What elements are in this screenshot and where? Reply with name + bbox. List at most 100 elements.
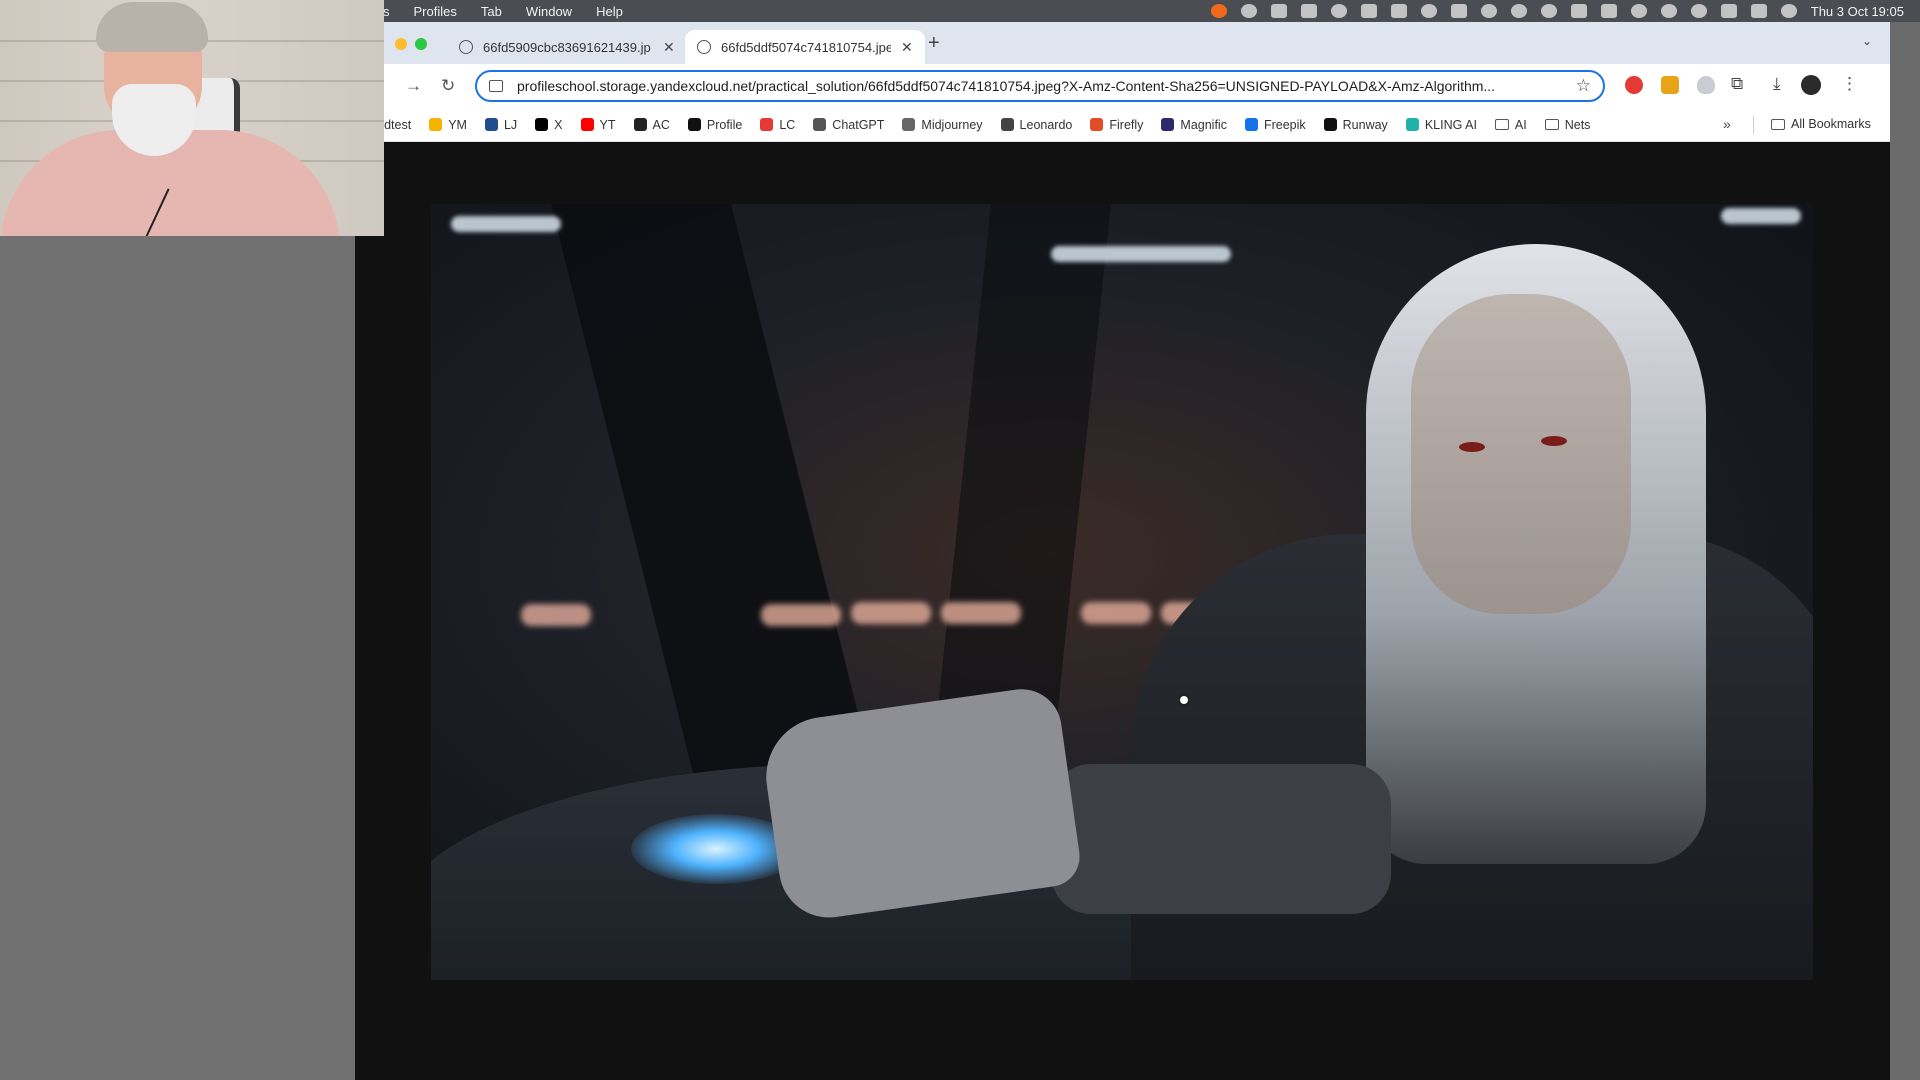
bookmark-star-icon[interactable]: ☆ bbox=[1576, 76, 1591, 96]
bookmarks-divider bbox=[1753, 116, 1754, 134]
bookmark-item[interactable]: YT bbox=[580, 117, 616, 132]
fullscreen-window-icon[interactable] bbox=[415, 38, 427, 50]
close-tab-icon[interactable]: ✕ bbox=[663, 39, 675, 56]
lj-icon bbox=[484, 118, 498, 131]
wifi-icon[interactable] bbox=[1630, 4, 1647, 18]
presenter-hair bbox=[96, 2, 208, 52]
menu-clock[interactable]: Thu 3 Oct 19:05 bbox=[1811, 4, 1904, 19]
bookmark-item[interactable]: Firefly bbox=[1090, 118, 1143, 132]
bookmark-label: AI bbox=[1514, 117, 1527, 132]
folder-icon bbox=[1771, 118, 1785, 130]
bookmark-label: Freepik bbox=[1263, 117, 1306, 132]
forward-icon[interactable]: → bbox=[405, 76, 422, 96]
bookmark-item[interactable]: LC bbox=[760, 118, 795, 132]
adblock-extension-icon[interactable] bbox=[1625, 76, 1643, 94]
status-area: Thu 3 Oct 19:05 bbox=[1210, 4, 1920, 19]
activity-meter-icon[interactable] bbox=[1270, 4, 1287, 18]
folder-icon bbox=[1544, 119, 1559, 130]
bookmark-item[interactable]: Nets bbox=[1544, 118, 1590, 132]
menu-item-help[interactable]: Help bbox=[584, 4, 635, 19]
bookmark-item[interactable]: YM bbox=[429, 118, 467, 132]
image-figure-hand bbox=[758, 684, 1084, 924]
bookmark-item[interactable]: Leonardo bbox=[1000, 117, 1073, 132]
menu-item-profiles[interactable]: Profiles bbox=[402, 4, 469, 19]
bookmark-item[interactable]: Freepik bbox=[1244, 117, 1306, 132]
compass-icon[interactable] bbox=[1480, 4, 1497, 18]
play-icon[interactable] bbox=[1540, 4, 1557, 18]
browser-window: 66fd5909cbc83691621439.jp ✕ 66fd5ddf5074… bbox=[345, 22, 1890, 1080]
address-bar[interactable]: profileschool.storage.yandexcloud.net/pr… bbox=[475, 70, 1605, 102]
kling-icon bbox=[1405, 118, 1419, 131]
bookmark-item[interactable]: Profile bbox=[687, 118, 742, 132]
image-figure-eye bbox=[1459, 442, 1485, 452]
bookmark-item[interactable]: AI bbox=[1494, 117, 1527, 132]
spotlight-search-icon[interactable] bbox=[1690, 4, 1707, 18]
profile-avatar-icon[interactable] bbox=[1801, 75, 1821, 95]
bookmark-item[interactable]: ChatGPT bbox=[813, 118, 884, 132]
bookmark-list: speedtest YM LJ X YT AC Profile LC ChatGPT Midjou… bbox=[355, 118, 1608, 132]
tab-search-chevron-icon[interactable]: ⌄ bbox=[1862, 34, 1872, 48]
menu-kebab-icon[interactable]: ⋮ bbox=[1841, 74, 1858, 94]
network-monitor-icon[interactable] bbox=[1240, 4, 1257, 18]
displayed-image[interactable] bbox=[431, 204, 1813, 980]
audio-wave-icon[interactable] bbox=[1300, 4, 1317, 18]
close-tab-icon[interactable]: ✕ bbox=[901, 39, 913, 56]
bookmark-item[interactable]: Magnific bbox=[1161, 118, 1227, 132]
extension-icon[interactable] bbox=[1661, 76, 1679, 94]
reload-icon[interactable]: ↻ bbox=[441, 76, 455, 96]
new-tab-icon[interactable]: + bbox=[928, 32, 940, 55]
bluetooth-icon[interactable] bbox=[1570, 4, 1587, 18]
bookmarks-bar: speedtest YM LJ X YT AC Profile LC ChatGPT Midjou… bbox=[355, 108, 1890, 142]
all-bookmarks-button[interactable]: All Bookmarks bbox=[1771, 117, 1871, 131]
minimize-window-icon[interactable] bbox=[395, 38, 407, 50]
input-source-icon[interactable] bbox=[1720, 4, 1737, 18]
siri-icon[interactable] bbox=[1780, 4, 1797, 18]
bookmark-item[interactable]: Runway bbox=[1323, 118, 1388, 132]
time-machine-icon[interactable] bbox=[1510, 4, 1527, 18]
tab-inactive[interactable]: 66fd5909cbc83691621439.jp ✕ bbox=[447, 30, 687, 64]
extensions-puzzle-icon[interactable]: ⧉ bbox=[1731, 74, 1743, 94]
battery-icon[interactable] bbox=[1600, 4, 1617, 18]
brave-icon[interactable] bbox=[1210, 4, 1227, 18]
creative-cloud-icon[interactable] bbox=[1420, 4, 1437, 18]
menu-item-window[interactable]: Window bbox=[514, 4, 584, 19]
bookmark-item[interactable]: Midjourney bbox=[902, 118, 983, 132]
menu-item-tab[interactable]: Tab bbox=[469, 4, 514, 19]
tab-strip: 66fd5909cbc83691621439.jp ✕ 66fd5ddf5074… bbox=[345, 22, 1890, 64]
shield-extension-icon[interactable] bbox=[1697, 76, 1715, 94]
x-icon bbox=[535, 118, 549, 131]
bookmark-label: LC bbox=[779, 117, 796, 132]
display-icon[interactable] bbox=[1360, 4, 1377, 18]
bookmark-item[interactable]: AC bbox=[633, 117, 670, 132]
magnific-icon bbox=[1161, 118, 1175, 131]
image-beam bbox=[932, 204, 1111, 764]
user-icon[interactable] bbox=[1660, 4, 1677, 18]
globe-icon bbox=[459, 40, 473, 54]
image-viewer bbox=[355, 142, 1890, 1080]
freepik-icon bbox=[1244, 118, 1258, 131]
download-icon[interactable]: ⤓ bbox=[1773, 74, 1781, 94]
control-center-icon[interactable] bbox=[1750, 4, 1767, 18]
image-window-glow bbox=[941, 602, 1021, 624]
more-bookmarks-icon[interactable]: » bbox=[1723, 116, 1731, 132]
tab-active[interactable]: 66fd5ddf5074c741810754.jpe ✕ bbox=[685, 30, 925, 64]
bookmark-item[interactable]: KLING AI bbox=[1405, 117, 1477, 132]
ac-icon bbox=[633, 118, 647, 131]
lc-icon bbox=[760, 118, 774, 131]
site-settings-icon[interactable] bbox=[489, 80, 503, 92]
bookmark-label: YT bbox=[599, 117, 616, 132]
bookmark-label: Leonardo bbox=[1019, 117, 1073, 132]
headphones-icon[interactable] bbox=[1330, 4, 1347, 18]
feather-icon[interactable] bbox=[1390, 4, 1407, 18]
bookmark-label: KLING AI bbox=[1424, 117, 1477, 132]
bookmark-item[interactable]: X bbox=[535, 118, 563, 132]
bookmark-label: YM bbox=[448, 117, 467, 132]
url-text[interactable]: profileschool.storage.yandexcloud.net/pr… bbox=[517, 78, 1567, 94]
bookmark-item[interactable]: LJ bbox=[484, 118, 517, 132]
screen-capture-icon[interactable] bbox=[1450, 4, 1467, 18]
bookmark-label: AC bbox=[652, 117, 670, 132]
chatgpt-icon bbox=[813, 118, 827, 131]
bookmark-label: Firefly bbox=[1109, 117, 1144, 132]
menu-bar: s Profiles Tab Window Help Thu 3 Oct 19:… bbox=[355, 0, 1920, 22]
image-window-glow bbox=[761, 604, 841, 626]
